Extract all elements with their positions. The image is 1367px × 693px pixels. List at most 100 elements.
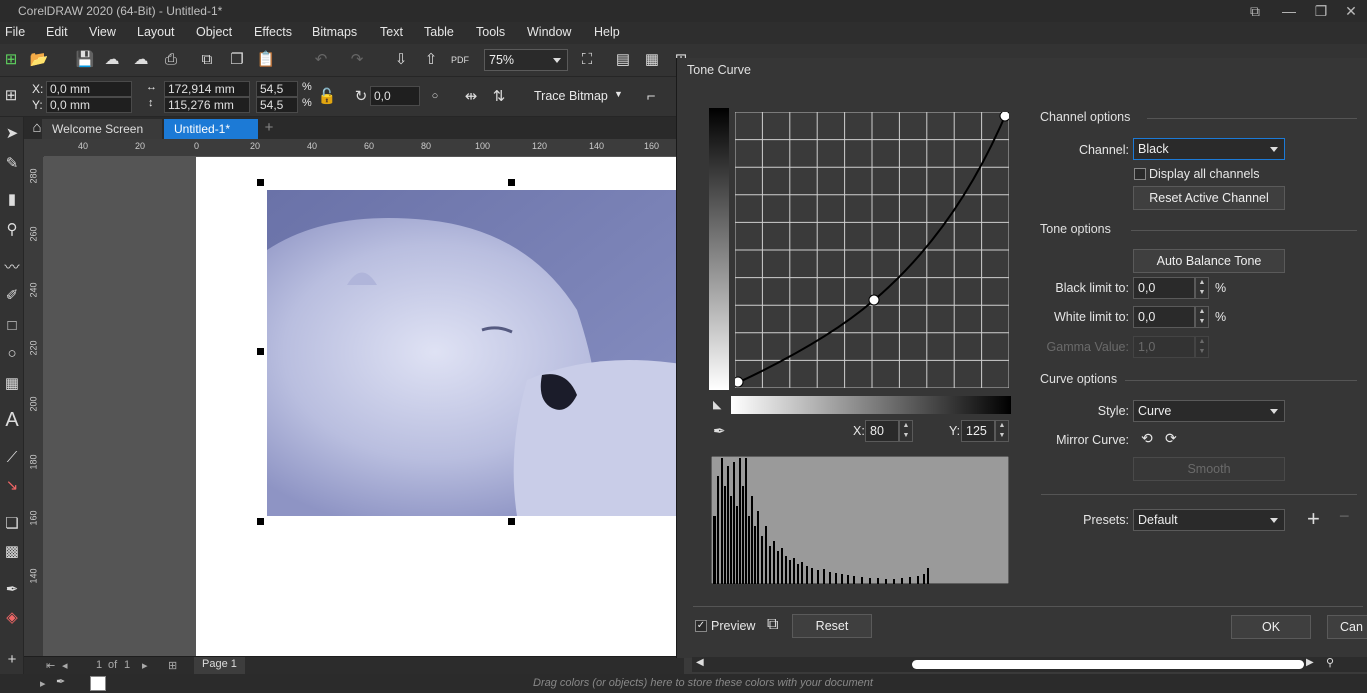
drop-shadow-icon[interactable]: ❏ xyxy=(1,513,23,535)
add-preset-icon[interactable]: + xyxy=(1307,506,1320,532)
new-document-icon[interactable]: ⊞ xyxy=(0,49,22,71)
cancel-button[interactable]: Can xyxy=(1327,615,1367,639)
cloud-upload-icon[interactable]: ☁ xyxy=(101,49,123,71)
import-icon[interactable]: ⇩ xyxy=(390,49,412,71)
eyedropper-icon[interactable]: ✒ xyxy=(713,422,726,440)
zoom-icon[interactable]: ⚲ xyxy=(1326,656,1334,669)
display-all-channels-checkbox[interactable] xyxy=(1134,168,1146,180)
add-tool-icon[interactable]: + xyxy=(1,649,23,671)
paste-icon[interactable]: 📋 xyxy=(255,49,277,71)
parallel-dimension-icon[interactable]: ⟋ xyxy=(1,447,23,469)
menu-view[interactable]: View xyxy=(89,25,116,39)
new-tab-icon[interactable]: + xyxy=(258,117,280,139)
horizontal-scrollbar[interactable]: ◀ ▶ ⚲ xyxy=(692,657,1367,672)
restore-icon[interactable]: ⧉ xyxy=(1244,2,1266,20)
menu-edit[interactable]: Edit xyxy=(46,25,68,39)
white-limit-spinner[interactable]: ▲ ▼ xyxy=(1195,306,1209,328)
shape-tool-icon[interactable]: ✎ xyxy=(1,153,23,175)
white-limit-input[interactable]: 0,0 xyxy=(1133,306,1195,328)
selection-handle[interactable] xyxy=(508,179,515,186)
gradient-toggle-icon[interactable]: ◣ xyxy=(713,398,721,411)
menu-tools[interactable]: Tools xyxy=(476,25,505,39)
first-page-icon[interactable]: ⇤ xyxy=(46,659,55,672)
page-tab[interactable]: Page 1 xyxy=(194,657,245,674)
selection-handle[interactable] xyxy=(508,518,515,525)
undo-icon[interactable]: ↶ xyxy=(310,49,332,71)
y-position-field[interactable]: 0,0 mm xyxy=(46,97,132,113)
menu-table[interactable]: Table xyxy=(424,25,454,39)
polar-bear-bitmap[interactable] xyxy=(267,190,687,516)
open-icon[interactable]: 📂 xyxy=(28,49,50,71)
eyedropper-icon[interactable]: ✒ xyxy=(56,675,65,688)
pdf-icon[interactable]: PDF xyxy=(449,49,471,71)
crop-icon[interactable]: ⌐ xyxy=(640,86,662,108)
tab-untitled-1[interactable]: Untitled-1* xyxy=(164,119,258,139)
crop-tool-icon[interactable]: ▮ xyxy=(1,189,23,211)
full-screen-icon[interactable]: ⛶ xyxy=(576,49,598,71)
presets-select[interactable]: Default xyxy=(1133,509,1285,531)
grid-icon[interactable]: ▦ xyxy=(641,49,663,71)
lock-ratio-icon[interactable]: 🔓 xyxy=(316,86,338,108)
preview-checkbox[interactable]: ✓ xyxy=(695,620,707,632)
artistic-media-icon[interactable]: ✐ xyxy=(1,285,23,307)
zoom-tool-icon[interactable]: ⚲ xyxy=(1,219,23,241)
reset-button[interactable]: Reset xyxy=(792,614,872,638)
redo-icon[interactable]: ↷ xyxy=(346,49,368,71)
menu-file[interactable]: File xyxy=(5,25,25,39)
close-button[interactable]: ✕ xyxy=(1340,2,1362,20)
scale-y-field[interactable]: 54,5 xyxy=(256,97,298,113)
next-page-icon[interactable]: ▸ xyxy=(142,659,148,672)
auto-balance-tone-button[interactable]: Auto Balance Tone xyxy=(1133,249,1285,273)
angle-field[interactable]: 0,0 xyxy=(370,86,420,106)
ok-button[interactable]: OK xyxy=(1231,615,1311,639)
black-limit-input[interactable]: 0,0 xyxy=(1133,277,1195,299)
scale-x-field[interactable]: 54,5 xyxy=(256,81,298,97)
mirror-horizontal-icon[interactable]: ⇹ xyxy=(460,86,482,108)
trace-dropdown-icon[interactable]: ▼ xyxy=(614,89,623,99)
pick-tool-icon[interactable]: ➤ xyxy=(1,123,23,145)
print-icon[interactable]: ⎙ xyxy=(160,49,182,71)
menu-effects[interactable]: Effects xyxy=(254,25,292,39)
scroll-right-icon[interactable]: ▶ xyxy=(1306,657,1314,668)
eyedropper-tool-icon[interactable]: ✒ xyxy=(1,579,23,601)
black-limit-spinner[interactable]: ▲ ▼ xyxy=(1195,277,1209,299)
minimize-button[interactable]: — xyxy=(1278,2,1300,20)
zoom-combo[interactable]: 75% xyxy=(484,49,568,71)
channel-select[interactable]: Black xyxy=(1133,138,1285,160)
popout-preview-icon[interactable]: ⧉ xyxy=(767,616,778,634)
prev-page-icon[interactable]: ◂ xyxy=(62,659,68,672)
style-select[interactable]: Curve xyxy=(1133,400,1285,422)
ruler-origin[interactable] xyxy=(24,139,44,157)
menu-help[interactable]: Help xyxy=(594,25,620,39)
x-position-field[interactable]: 0,0 mm xyxy=(46,81,132,97)
scroll-left-icon[interactable]: ◀ xyxy=(696,657,704,668)
remove-preset-icon[interactable]: − xyxy=(1339,506,1350,527)
y-spinner[interactable]: ▲ ▼ xyxy=(995,420,1009,442)
menu-window[interactable]: Window xyxy=(527,25,571,39)
text-tool-icon[interactable]: A xyxy=(1,409,23,431)
scroll-thumb[interactable] xyxy=(912,660,1304,669)
interactive-fill-icon[interactable]: ◈ xyxy=(1,607,23,629)
cloud-download-icon[interactable]: ☁ xyxy=(130,49,152,71)
polygon-tool-icon[interactable]: ▦ xyxy=(1,373,23,395)
add-page-icon[interactable]: ⊞ xyxy=(168,659,177,672)
palette-arrow-icon[interactable]: ▸ xyxy=(40,677,46,690)
selection-handle[interactable] xyxy=(257,179,264,186)
menu-text[interactable]: Text xyxy=(380,25,403,39)
freehand-tool-icon[interactable]: 〰 xyxy=(1,257,23,279)
y-input[interactable]: 125 xyxy=(961,420,995,442)
ellipse-tool-icon[interactable]: ○ xyxy=(1,343,23,365)
height-field[interactable]: 115,276 mm xyxy=(164,97,250,113)
maximize-button[interactable]: ❐ xyxy=(1310,2,1332,20)
mirror-vertical-icon[interactable]: ⟳ xyxy=(1165,430,1177,447)
tab-welcome-screen[interactable]: Welcome Screen xyxy=(42,119,162,139)
reset-active-channel-button[interactable]: Reset Active Channel xyxy=(1133,186,1285,210)
rulers-icon[interactable]: ▤ xyxy=(612,49,634,71)
menu-object[interactable]: Object xyxy=(196,25,232,39)
trace-bitmap-button[interactable]: Trace Bitmap xyxy=(534,89,608,103)
transparency-tool-icon[interactable]: ▩ xyxy=(1,541,23,563)
copy-icon[interactable]: ❐ xyxy=(226,49,248,71)
selection-handle[interactable] xyxy=(257,518,264,525)
cut-icon[interactable]: ⧉ xyxy=(196,49,218,71)
mirror-vertical-icon[interactable]: ⇅ xyxy=(488,86,510,108)
